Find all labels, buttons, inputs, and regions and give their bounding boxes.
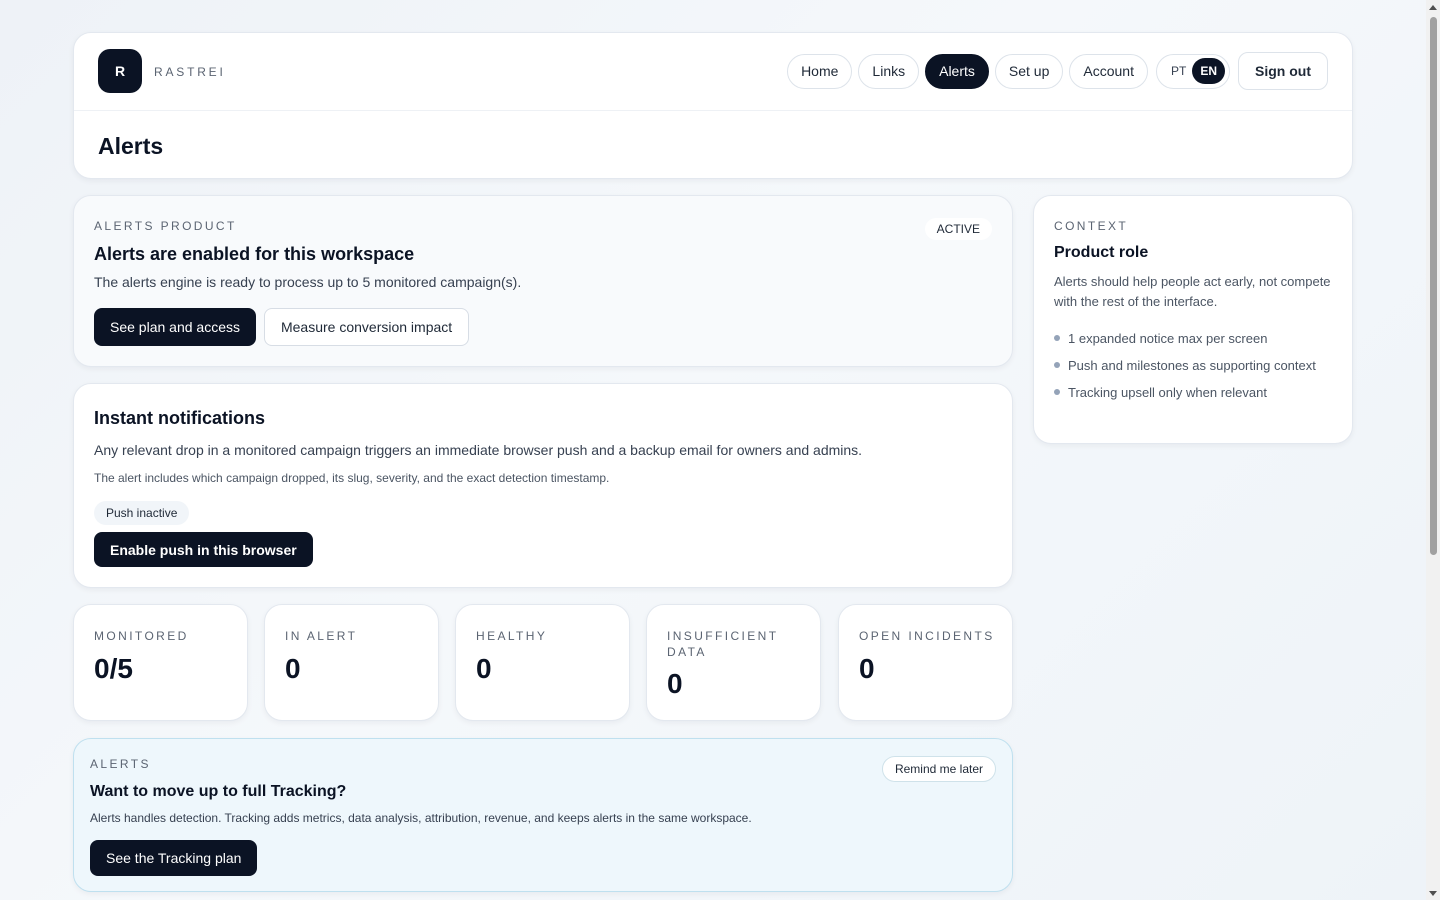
stat-label: MONITORED [94,629,189,643]
context-title: Product role [1054,244,1149,261]
see-plan-button[interactable]: See plan and access [94,308,256,346]
context-eyebrow: CONTEXT [1054,219,1129,233]
sign-out-button[interactable]: Sign out [1238,52,1328,90]
top-bar: R RASTREI Home Links Alerts Set up Accou… [74,33,1352,111]
upsell-eyebrow: ALERTS [90,757,151,771]
bullet-icon [1054,335,1060,341]
page-scrollbar[interactable] [1426,0,1440,900]
list-item: 1 expanded notice max per screen [1054,328,1334,349]
brand-name: RASTREI [154,65,226,79]
product-title: Alerts are enabled for this workspace [94,244,415,264]
status-badge: ACTIVE [924,218,992,240]
see-tracking-plan-button[interactable]: See the Tracking plan [90,840,258,876]
app-header: R RASTREI Home Links Alerts Set up Accou… [73,32,1353,179]
notifications-card: Instant notifications Any relevant drop … [73,383,1013,588]
language-switcher: PT EN [1155,53,1230,89]
nav-links[interactable]: Links [858,53,920,89]
context-description: Alerts should help people act early, not… [1054,274,1331,309]
upsell-title: Want to move up to full Tracking? [90,783,347,800]
stat-label: IN ALERT [285,629,358,643]
alerts-product-card: ALERTS PRODUCT ACTIVE Alerts are enabled… [73,195,1013,367]
product-eyebrow: ALERTS PRODUCT [94,219,237,233]
list-item-text: 1 expanded notice max per screen [1068,331,1268,346]
stat-monitored: MONITORED 0/5 [73,604,248,721]
push-status-badge: Push inactive [94,501,190,525]
stat-open-incidents: OPEN INCIDENTS 0 [838,604,1013,721]
stat-value: 0 [285,653,301,684]
list-item-text: Push and milestones as supporting contex… [1068,358,1316,373]
nav-home[interactable]: Home [787,53,853,89]
context-list: 1 expanded notice max per screen Push an… [1054,328,1334,409]
stat-value: 0 [667,668,683,699]
lang-en[interactable]: EN [1192,58,1225,84]
main-nav: Home Links Alerts Set up Account PT EN S… [787,52,1328,90]
lang-pt[interactable]: PT [1171,64,1186,78]
measure-impact-button[interactable]: Measure conversion impact [263,308,470,346]
upsell-text: Alerts handles detection. Tracking adds … [90,811,752,825]
stat-value: 0 [476,653,492,684]
nav-alerts[interactable]: Alerts [925,53,989,89]
bullet-icon [1054,362,1060,368]
notifications-title: Instant notifications [94,408,265,428]
scroll-thumb[interactable] [1430,17,1437,555]
stat-healthy: HEALTHY 0 [455,604,630,721]
tracking-upsell-card: ALERTS Remind me later Want to move up t… [73,738,1013,892]
notifications-text: Any relevant drop in a monitored campaig… [94,442,863,458]
scroll-down-icon[interactable] [1429,891,1437,896]
remind-later-button[interactable]: Remind me later [881,756,996,782]
nav-set-up[interactable]: Set up [994,53,1064,89]
list-item-text: Tracking upsell only when relevant [1068,385,1267,400]
stat-label: INSUFFICIENT DATA [667,629,779,659]
context-card: CONTEXT Product role Alerts should help … [1033,195,1353,444]
scroll-up-icon[interactable] [1429,5,1437,10]
stat-label: HEALTHY [476,629,548,643]
stat-insufficient-data: INSUFFICIENT DATA 0 [646,604,821,721]
product-text: The alerts engine is ready to process up… [94,274,522,290]
notifications-detail: The alert includes which campaign droppe… [94,471,610,485]
enable-push-button[interactable]: Enable push in this browser [94,532,313,567]
product-actions: See plan and access Measure conversion i… [94,308,470,346]
logo[interactable]: R [98,49,142,93]
nav-account[interactable]: Account [1069,53,1148,89]
list-item: Tracking upsell only when relevant [1054,382,1334,403]
bullet-icon [1054,389,1060,395]
list-item: Push and milestones as supporting contex… [1054,355,1334,376]
stat-value: 0/5 [94,653,133,684]
stat-label: OPEN INCIDENTS [859,629,995,643]
page-title: Alerts [98,133,164,159]
stat-value: 0 [859,653,875,684]
stat-in-alert: IN ALERT 0 [264,604,439,721]
